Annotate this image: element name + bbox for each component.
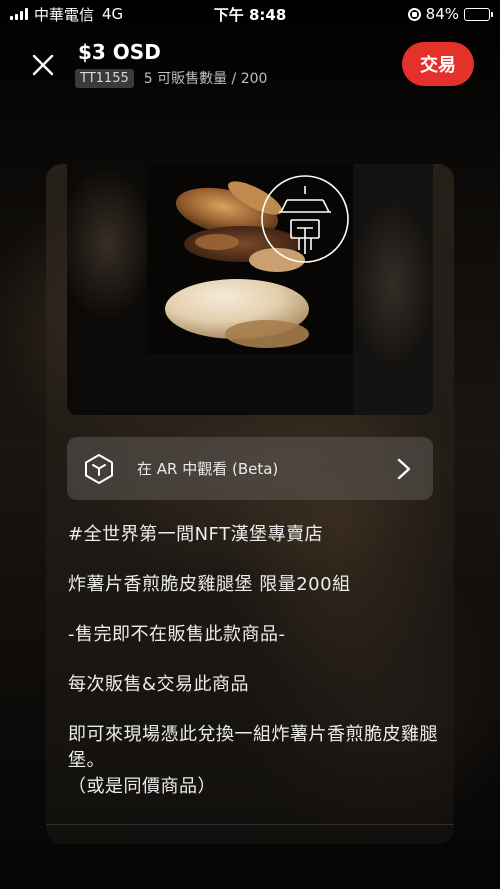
trade-button[interactable]: 交易 [402,42,474,86]
supply-count: 5 可販售數量 / 200 [143,71,268,87]
signal-icon [10,8,28,20]
close-icon [32,54,54,76]
header: $3 OSD TT1155 5 可販售數量 / 200 交易 [0,36,500,96]
burger-photo [147,164,353,415]
battery-percent: 84% [425,5,459,23]
ar-cube-icon [81,451,117,487]
token-tag: TT1155 [75,68,134,88]
close-button[interactable] [26,48,60,82]
item-image[interactable] [67,164,433,415]
description-line: -售完即不在販售此款商品- [68,624,286,645]
subtitle-row: TT1155 5 可販售數量 / 200 [75,68,267,88]
page-title: $3 OSD [78,40,161,64]
divider [46,824,454,825]
chevron-right-icon [397,458,411,480]
item-card: 在 AR 中觀看 (Beta) #全世界第一間NFT漢堡專賣店 炸薯片香煎脆皮雞… [46,164,454,844]
description-line: 每次販售&交易此商品 [68,674,250,695]
item-description: #全世界第一間NFT漢堡專賣店 炸薯片香煎脆皮雞腿堡 限量200組 -售完即不在… [68,522,438,800]
battery-icon [464,7,493,21]
network-type: 4G [102,5,124,23]
description-line: 炸薯片香煎脆皮雞腿堡 限量200組 [68,574,351,595]
view-in-ar-button[interactable]: 在 AR 中觀看 (Beta) [67,437,433,500]
description-line: #全世界第一間NFT漢堡專賣店 [68,524,324,545]
status-bar: 中華電信 4G 下午 8:48 84% [0,0,500,28]
description-line: 即可來現場憑此兌換一組炸薯片香煎脆皮雞腿堡。 （或是同價商品） [68,724,438,797]
orientation-lock-icon [407,7,421,21]
carrier-name: 中華電信 [34,5,95,24]
ar-label: 在 AR 中觀看 (Beta) [137,460,279,478]
